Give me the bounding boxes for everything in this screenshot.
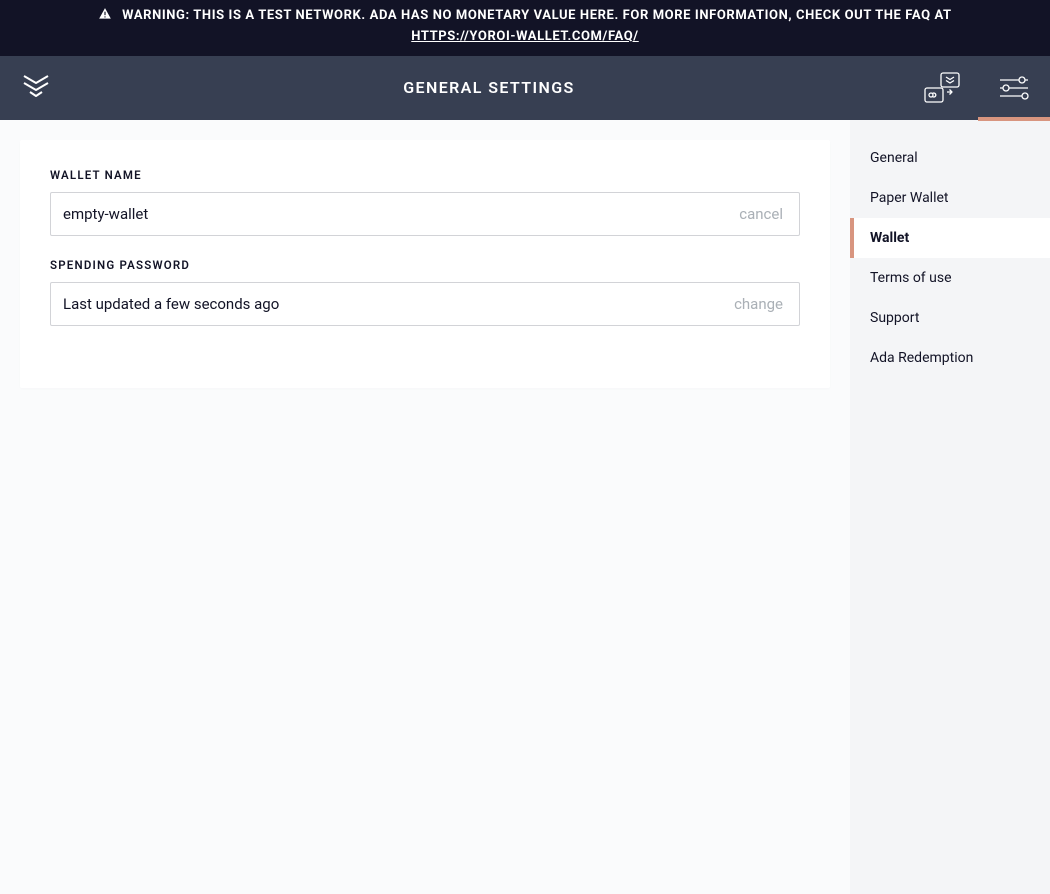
spending-password-field: SPENDING PASSWORD Last updated a few sec… <box>50 258 800 326</box>
wallet-name-label: WALLET NAME <box>50 168 800 182</box>
sidebar-item-label: Paper Wallet <box>870 190 949 206</box>
warning-text: WARNING: THIS IS A TEST NETWORK. ADA HAS… <box>122 8 952 23</box>
wallet-name-input-wrap: cancel <box>50 192 800 236</box>
sidebar-item-paper-wallet[interactable]: Paper Wallet <box>850 178 1050 218</box>
wallet-name-field: WALLET NAME cancel <box>50 168 800 236</box>
sidebar-item-wallet[interactable]: Wallet <box>850 218 1050 258</box>
warning-link[interactable]: HTTPS://YOROI-WALLET.COM/FAQ/ <box>411 29 638 44</box>
sidebar-item-support[interactable]: Support <box>850 298 1050 338</box>
wallet-name-cancel-button[interactable]: cancel <box>739 205 783 223</box>
content-area: WALLET NAME cancel SPENDING PASSWORD Las… <box>0 120 1050 894</box>
sidebar-item-general[interactable]: General <box>850 138 1050 178</box>
navbar-right <box>906 56 1050 120</box>
sliders-icon <box>998 75 1030 101</box>
wallets-icon <box>919 70 965 106</box>
navbar-center: GENERAL SETTINGS <box>72 56 906 120</box>
warning-icon <box>98 7 112 21</box>
settings-nav-button[interactable] <box>978 56 1050 120</box>
wallets-nav-button[interactable] <box>906 56 978 120</box>
sidebar-item-label: Wallet <box>870 230 909 246</box>
sidebar-item-label: General <box>870 150 918 166</box>
navbar: GENERAL SETTINGS <box>0 56 1050 120</box>
sidebar-item-ada-redemption[interactable]: Ada Redemption <box>850 338 1050 378</box>
logo-button[interactable] <box>0 56 72 120</box>
sidebar-item-terms-of-use[interactable]: Terms of use <box>850 258 1050 298</box>
settings-card: WALLET NAME cancel SPENDING PASSWORD Las… <box>20 140 830 388</box>
sidebar: General Paper Wallet Wallet Terms of use… <box>850 120 1050 894</box>
spending-password-row: Last updated a few seconds ago change <box>50 282 800 326</box>
spending-password-status: Last updated a few seconds ago <box>63 295 734 313</box>
spending-password-label: SPENDING PASSWORD <box>50 258 800 272</box>
main-panel: WALLET NAME cancel SPENDING PASSWORD Las… <box>0 120 850 894</box>
sidebar-item-label: Terms of use <box>870 270 952 286</box>
warning-banner: WARNING: THIS IS A TEST NETWORK. ADA HAS… <box>0 0 1050 56</box>
wallet-name-input[interactable] <box>63 205 739 223</box>
page-title: GENERAL SETTINGS <box>403 78 574 97</box>
spending-password-change-button[interactable]: change <box>734 295 783 313</box>
logo-icon <box>21 71 51 105</box>
sidebar-item-label: Ada Redemption <box>870 350 973 366</box>
sidebar-item-label: Support <box>870 310 919 326</box>
